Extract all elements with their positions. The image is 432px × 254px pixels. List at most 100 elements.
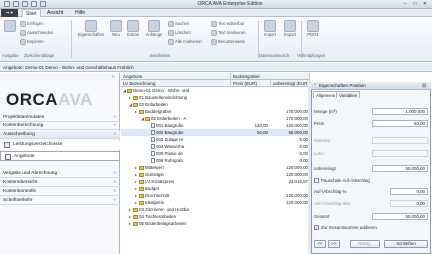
cell-unbereinigt[interactable]: 170.000,00 xyxy=(271,115,309,122)
table-row[interactable]: 002 Baugrube 50,00 50.000,00 xyxy=(121,129,310,136)
sidebar-item-angebote[interactable]: Angebote xyxy=(0,151,120,161)
pauschale-checkbox[interactable]: Pauschale Auf-/Abschlag xyxy=(314,178,370,184)
sidebar-item-schriftverkehr[interactable]: Schriftverkehr ≈ xyxy=(0,197,120,205)
sidebar-item-kostenkontrolle[interactable]: Kostenkontrolle ≈ xyxy=(0,188,120,196)
cell-unbereinigt[interactable]: 0,00 xyxy=(271,150,309,157)
cell-unbereinigt[interactable]: 120.000,00 xyxy=(271,192,309,199)
header-angebote[interactable]: Angebote xyxy=(121,73,231,80)
loeschen-button[interactable]: Löschen xyxy=(168,30,191,36)
table-row[interactable]: ▸ Budget xyxy=(121,185,310,192)
table-row[interactable]: 001 Baugrube 120,00 120.000,00 xyxy=(121,122,310,129)
table-row[interactable]: ▸ 05 Bodenbelagsarbeiten xyxy=(121,220,310,227)
gesamt-field[interactable]: 50.000,00 xyxy=(372,213,428,220)
previous-button[interactable]: << xyxy=(314,240,326,248)
dialog-tab-allgemein[interactable]: Allgemein xyxy=(313,91,339,98)
dialog-collapse-icon[interactable]: ⌃ xyxy=(313,83,317,89)
undo-button[interactable]: Rückg. xyxy=(350,240,380,248)
close-dialog-button[interactable]: Schließen xyxy=(384,240,428,248)
alle-markieren-button[interactable]: Alle markieren xyxy=(168,39,202,45)
benutzerwerte-button[interactable]: Benutzerwerte xyxy=(211,39,245,45)
table-row[interactable]: ▸ Durchschnitt 120.000,00 xyxy=(121,192,310,199)
sidebar-item-projektstammdaten[interactable]: Projektstammdaten ≈ xyxy=(0,114,120,122)
table-row[interactable]: ◢ 02 Erdarbeiten xyxy=(121,101,310,108)
cell-unbereinigt[interactable]: 120.000,00 xyxy=(271,171,309,178)
minimize-button[interactable]: – xyxy=(401,1,409,7)
cell-preis[interactable]: 50,00 xyxy=(231,129,269,136)
table-row[interactable]: 003 Zulage Hi 0,00 xyxy=(121,136,310,143)
undo-icon[interactable] xyxy=(22,1,28,7)
table-row[interactable]: ▸ Mittelwert 120.000,00 xyxy=(121,164,310,171)
dialog-close-icon[interactable]: ⊠ xyxy=(422,83,426,89)
cell-preis[interactable]: 120,00 xyxy=(231,122,269,129)
sidebar-item-kostenberechnung[interactable]: Kostenberechnung ≈ xyxy=(0,122,120,130)
close-button[interactable]: ✕ xyxy=(421,1,429,7)
neu-button[interactable]: Neu xyxy=(109,20,123,37)
tab-hilfe[interactable]: Hilfe xyxy=(72,9,88,17)
header-unbereinigt[interactable]: unbereinigt (EUR) xyxy=(271,80,310,87)
table-row[interactable]: ▸ Buddelgräber 170.000,00 xyxy=(121,108,310,115)
cell-unbereinigt[interactable]: 23.015,57 xyxy=(271,178,309,185)
table-row[interactable]: ▸ Idealpreis 120.000,00 xyxy=(121,199,310,206)
cell-unbereinigt[interactable]: 120.000,00 xyxy=(271,122,309,129)
cell-unbereinigt[interactable]: 0,00 xyxy=(271,136,309,143)
cell-unbereinigt[interactable]: 120.000,00 xyxy=(271,164,309,171)
header-preis[interactable]: Preis (EUR) xyxy=(231,80,271,87)
suchen-button[interactable]: Suchen xyxy=(168,21,189,27)
table-row[interactable]: ▸ 04 Tischlerarbeiten xyxy=(121,213,310,220)
import-button[interactable]: Import xyxy=(261,20,279,37)
maximize-button[interactable]: □ xyxy=(411,1,419,7)
tab-ansicht[interactable]: Ansicht xyxy=(44,9,66,17)
cell-unbereinigt[interactable]: 120.000,00 xyxy=(271,199,309,206)
text-editierbar-button[interactable]: Text editierbar xyxy=(211,21,244,27)
cell-unbereinigt[interactable]: 170.000,00 xyxy=(271,108,309,115)
file-menu-button[interactable]: ▪▪ ▾ xyxy=(1,9,18,17)
table-row[interactable]: ◢ 02 Erdarbeiten - A 170.000,00 xyxy=(121,115,310,122)
cell-unbereinigt[interactable]: 0,00 xyxy=(271,143,309,150)
menge-field[interactable]: 1.000,000 xyxy=(372,108,428,115)
auf-abs-field[interactable]: 0,00 xyxy=(390,200,428,207)
unbereinigt-field[interactable]: 50.000,00 xyxy=(372,165,428,172)
eigenschaften-button[interactable]: Eigenschaften xyxy=(74,20,108,37)
table-row[interactable]: 006 Rohrgrab 0,00 xyxy=(121,157,310,164)
print-button[interactable] xyxy=(2,20,18,32)
table-row[interactable]: 004 Wasserha 0,00 xyxy=(121,143,310,150)
collapse-sidebar-icon[interactable]: « xyxy=(112,74,115,80)
sidebar-item-leistungsverzeichnisse[interactable]: Leistungsverzeichnisse xyxy=(0,140,120,150)
save-icon[interactable] xyxy=(13,1,19,7)
document-tab[interactable]: Angebote: Demo-01 Demo - Wohn- und Gesch… xyxy=(3,65,134,70)
header-buddelgraeber[interactable]: Buddelgräber xyxy=(231,73,310,80)
preis-field[interactable]: 50,00 xyxy=(372,120,428,127)
pdo1-button[interactable]: PDO1 xyxy=(304,20,322,37)
copy-button[interactable]: Kopieren xyxy=(20,39,44,45)
header-lv-bezeichnung[interactable]: LV Bezeichnung xyxy=(121,80,231,87)
text-markieren-button[interactable]: Text markieren xyxy=(211,30,245,36)
paste-button[interactable]: Einfügen xyxy=(20,21,44,27)
tab-start[interactable]: Start xyxy=(22,9,41,17)
dialog-tab-variablen[interactable]: Variablen xyxy=(336,91,361,98)
zur-gesamtsumme-checkbox[interactable]: ✓ Zur Gesamtsumme addieren xyxy=(314,225,377,231)
lohn-field[interactable] xyxy=(372,150,428,157)
sidebar-item-ausschreibung[interactable]: Ausschreibung ≈ xyxy=(0,131,120,139)
extras-button[interactable]: Extras xyxy=(124,20,142,37)
next-button[interactable]: >> xyxy=(328,240,340,248)
print-icon[interactable] xyxy=(40,1,46,7)
table-row[interactable]: ◢ Demo-01 Demo - Wohn- und xyxy=(121,87,310,94)
material-field[interactable] xyxy=(372,137,428,144)
delete-icon xyxy=(168,30,174,36)
cell-unbereinigt[interactable]: 0,00 xyxy=(271,157,309,164)
table-row[interactable]: 005 Planie de 0,00 xyxy=(121,150,310,157)
cell-unbereinigt[interactable]: 50.000,00 xyxy=(271,129,309,136)
paste-icon xyxy=(20,21,26,27)
table-row[interactable]: ▸ LV-Schätzpreis 23.015,57 xyxy=(121,178,310,185)
app-icon[interactable] xyxy=(4,1,10,7)
anhaenge-button[interactable]: Anhänge xyxy=(143,20,165,37)
sidebar-item-vergabe[interactable]: Vergabe und Abrechnung ≈ xyxy=(0,170,120,178)
table-row[interactable]: ▸ 01 Baustelleneinrichtung xyxy=(121,94,310,101)
auf-prozent-field[interactable]: 0,00 xyxy=(390,188,428,195)
redo-icon[interactable] xyxy=(31,1,37,7)
export-button[interactable]: Export xyxy=(281,20,299,37)
table-row[interactable]: ▸ Günstigst 120.000,00 xyxy=(121,171,310,178)
sidebar-item-kostenuebersicht[interactable]: Kostenübersicht ≈ xyxy=(0,179,120,187)
table-row[interactable]: ▸ 03 Zimmerer- und Holzba xyxy=(121,206,310,213)
cut-button[interactable]: Ausschneiden xyxy=(20,30,53,36)
